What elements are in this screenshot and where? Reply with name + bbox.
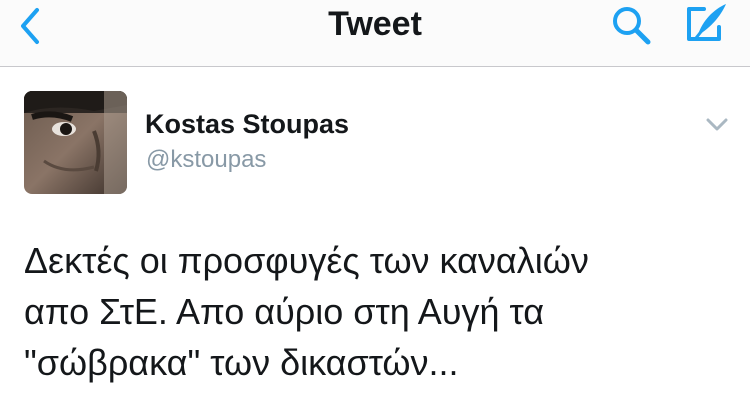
avatar[interactable]: [24, 91, 127, 194]
tweet-text: Δεκτές οι προσφυγές των καναλιών απο ΣτΕ…: [24, 235, 724, 388]
search-button[interactable]: [606, 2, 656, 48]
search-icon: [613, 7, 651, 45]
tweet-text-line: Δεκτές οι προσφυγές των καναλιών: [24, 240, 589, 281]
author-handle[interactable]: @kstoupas: [146, 145, 266, 175]
compose-icon: [687, 4, 726, 41]
tweet-options-button[interactable]: [700, 110, 734, 140]
tweet-text-line: "σώβρακα" των δικαστών...: [24, 342, 459, 383]
compose-button[interactable]: [680, 0, 734, 48]
chevron-down-icon: [706, 118, 728, 131]
tweet-text-line: απο ΣτΕ. Απο αύριο στη Αυγή τα: [24, 291, 545, 332]
author-name[interactable]: Kostas Stoupas: [145, 108, 349, 140]
navigation-bar: Tweet: [0, 0, 750, 67]
avatar-photo: [24, 91, 127, 194]
